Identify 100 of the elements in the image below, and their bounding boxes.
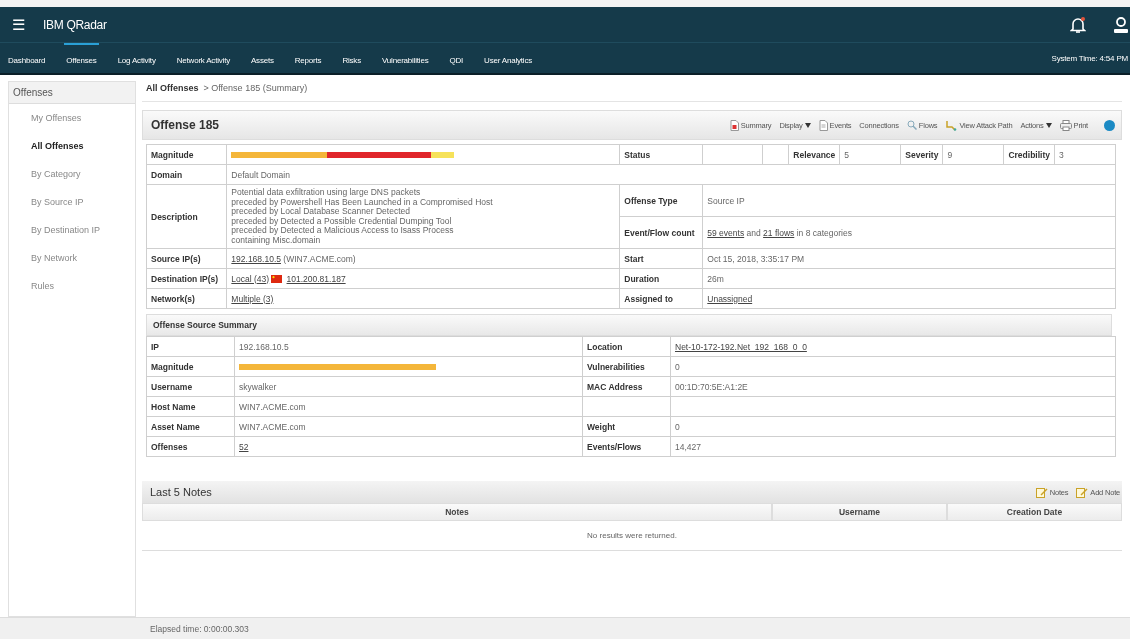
link[interactable]: Net-10-172-192.Net_192_168_0_0	[675, 341, 807, 352]
link[interactable]: 101.200.81.187	[286, 273, 346, 284]
description-line: containing Misc.domain	[231, 235, 322, 245]
field-label: IP	[146, 336, 235, 357]
nav-tab[interactable]: Offenses	[64, 43, 99, 73]
nav-tab[interactable]: User Analytics	[482, 43, 534, 73]
score-label: Credibility	[1003, 145, 1055, 164]
field-label: Network(s)	[146, 288, 227, 309]
score-value: 9	[946, 148, 954, 162]
bell-icon[interactable]	[1070, 15, 1086, 34]
cell-text: 14,427	[675, 441, 701, 452]
cell-text: skywalker	[239, 381, 277, 392]
field-label: MAC Address	[582, 376, 671, 397]
cell-text: WIN7.ACME.com	[239, 421, 306, 432]
field-label: Magnitude	[146, 144, 227, 165]
breadcrumb-link[interactable]: All Offenses	[146, 83, 199, 93]
cell-text: 0	[675, 361, 680, 372]
column-header[interactable]: Username	[772, 503, 947, 521]
column-header[interactable]: Creation Date	[947, 503, 1122, 521]
description-line: preceded by Powershell Has Been Launched in a Compromised Host	[231, 197, 494, 207]
cell-text: 00:1D:70:5E:A1:2E	[675, 381, 748, 392]
nav-tab[interactable]: Vulnerabilities	[379, 43, 431, 73]
column-header[interactable]: Notes	[142, 503, 772, 521]
user-icon[interactable]	[1114, 15, 1128, 34]
description-line: preceded by Local Database Scanner Detected	[231, 207, 411, 217]
section-header: Offense Source Summary	[146, 314, 1112, 336]
sidebar-title: Offenses	[9, 82, 135, 104]
link[interactable]: Local (43)	[231, 273, 270, 284]
cell-text: 0	[675, 421, 680, 432]
field-label: Magnitude	[146, 356, 235, 377]
link[interactable]: 21 flows	[763, 227, 795, 238]
elapsed-time: Elapsed time: 0:00:00.303	[150, 623, 249, 634]
field-label: Location	[582, 336, 671, 357]
nav-tab[interactable]: QDI	[447, 43, 466, 73]
field-label: Start	[619, 248, 703, 269]
cell-text: (WIN7.ACME.com)	[283, 253, 356, 264]
cell-text: 192.168.10.5	[239, 341, 289, 352]
nav-tab[interactable]: Network Activity	[174, 43, 232, 73]
note-icon	[1035, 486, 1048, 498]
field-label: Status	[620, 145, 704, 164]
field-label: Duration	[619, 268, 703, 289]
cell-text: in 8 categories	[796, 227, 852, 238]
sidebar-item[interactable]: By Network	[9, 244, 135, 272]
cell-text: WIN7.ACME.com	[239, 401, 306, 412]
field-label: Vulnerabilities	[582, 356, 671, 377]
description-line: preceded by Detected a Possible Credential Dumping Tool	[231, 216, 453, 226]
empty-message: No results were returned.	[142, 521, 1122, 551]
offense-title: Offense 185	[151, 118, 220, 132]
flag-icon	[271, 275, 283, 284]
notes-title: Last 5 Notes	[150, 486, 212, 498]
score-label: Relevance	[788, 145, 841, 164]
nav-tab[interactable]: Dashboard	[6, 43, 48, 73]
link[interactable]: Unassigned	[707, 293, 753, 304]
document-icon	[729, 119, 739, 131]
system-time: System Time: 4:54 PM	[1051, 53, 1129, 63]
field-label: Weight	[582, 416, 671, 437]
breadcrumb-current: > Offense 185 (Summary)	[203, 83, 308, 93]
score-value: 5	[843, 148, 851, 162]
sidebar-item[interactable]: My Offenses	[9, 104, 135, 132]
field-label: Event/Flow count	[619, 216, 703, 249]
link[interactable]: 52	[239, 441, 249, 452]
score-value: 3	[1058, 148, 1065, 162]
nav-tab[interactable]: Log Activity	[115, 43, 158, 73]
cell-text: 26m	[707, 273, 724, 284]
sidebar-item[interactable]: By Category	[9, 160, 135, 188]
app-title: IBM QRadar	[43, 17, 108, 32]
link[interactable]: 59 events	[707, 227, 745, 238]
field-label: Description	[146, 184, 227, 249]
note-icon	[1076, 486, 1089, 498]
sidebar-item[interactable]: By Destination IP	[9, 216, 135, 244]
nav-tab[interactable]: Reports	[292, 43, 324, 73]
field-label: Source IP(s)	[146, 248, 227, 269]
menu-icon[interactable]: ☰	[12, 15, 25, 34]
cell-text: Oct 15, 2018, 3:35:17 PM	[707, 253, 805, 264]
description-line: preceded by Detected a Malicious Access to Isass Process	[231, 226, 455, 236]
sidebar-item[interactable]: Rules	[9, 272, 135, 300]
field-label: Offense Type	[619, 184, 703, 217]
cell-text: Default Domain	[231, 169, 290, 180]
search-icon	[906, 120, 917, 130]
sidebar-item[interactable]: All Offenses	[9, 132, 135, 160]
printer-icon	[1059, 119, 1072, 131]
description-line: Potential data exfiltration using large DNS packets	[231, 188, 422, 198]
field-label: Host Name	[146, 396, 235, 417]
sidebar-item[interactable]: By Source IP	[9, 188, 135, 216]
field-label: Offenses	[146, 436, 235, 457]
link[interactable]: 192.168.10.5	[231, 253, 281, 264]
caret-icon	[804, 122, 811, 128]
link[interactable]: Multiple (3)	[231, 293, 274, 304]
field-label: Asset Name	[146, 416, 235, 437]
field-label: Events/Flows	[582, 436, 671, 457]
nav-tab[interactable]: Risks	[340, 43, 363, 73]
cell-text: Source IP	[707, 195, 745, 206]
nav-tab[interactable]: Assets	[248, 43, 276, 73]
path-icon	[945, 119, 958, 131]
field-label: Destination IP(s)	[146, 268, 227, 289]
cell-text: and	[746, 227, 761, 238]
field-label: Domain	[146, 164, 227, 185]
caret-icon	[1045, 122, 1052, 128]
document-icon	[818, 119, 828, 131]
score-label: Severity	[900, 145, 944, 164]
